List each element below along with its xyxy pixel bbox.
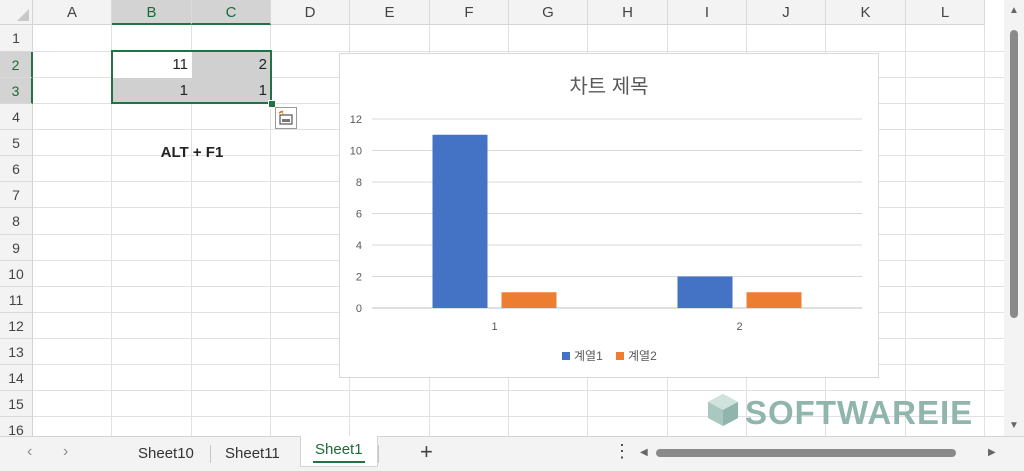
column-header-g[interactable]: G — [509, 0, 588, 25]
row-header-7[interactable]: 7 — [0, 182, 33, 208]
row-header-1[interactable]: 1 — [0, 25, 33, 52]
tab-divider — [378, 445, 379, 463]
quick-analysis-icon — [278, 110, 293, 125]
legend-swatch-series1 — [562, 352, 570, 360]
grid-vline — [984, 25, 985, 436]
y-tick-label: 4 — [356, 240, 362, 252]
row-header-10[interactable]: 10 — [0, 261, 33, 287]
select-all-corner[interactable] — [0, 0, 33, 25]
y-tick-label: 6 — [356, 209, 362, 221]
new-sheet-plus-icon[interactable]: + — [420, 439, 433, 465]
legend-label-series1: 계열1 — [574, 349, 603, 363]
more-options-icon[interactable]: ⋮ — [613, 441, 631, 462]
watermark-text: SOFTWAREIE — [745, 394, 974, 431]
row-header-15[interactable]: 15 — [0, 391, 33, 417]
y-tick-label: 0 — [356, 303, 362, 315]
row-header-11[interactable]: 11 — [0, 287, 33, 313]
watermark-logo-icon — [708, 394, 738, 426]
horizontal-scroll-thumb[interactable] — [656, 449, 956, 457]
sheet-nav-next-icon[interactable]: › — [63, 443, 68, 461]
legend-label-series2: 계열2 — [628, 349, 657, 363]
column-header-c[interactable]: C — [192, 0, 271, 25]
bar-series1-cat2[interactable] — [677, 276, 733, 309]
horizontal-scrollbar[interactable]: ◀ ▶ — [638, 445, 1002, 461]
grid-vline — [905, 25, 906, 436]
x-tick-label: 1 — [491, 321, 497, 333]
selection-border — [111, 50, 272, 104]
y-tick-label: 8 — [356, 177, 362, 189]
chart-plot: 0246810121 2 — [350, 114, 862, 333]
sheet-tab-sheet10[interactable]: Sheet10 — [124, 437, 208, 471]
row-header-13[interactable]: 13 — [0, 339, 33, 365]
chart-object[interactable]: 차트 제목 0 2 4 6 8 10 12 1 2 계열1 계열2 — [339, 53, 879, 378]
column-header-j[interactable]: J — [747, 0, 826, 25]
legend-item-series1[interactable]: 계열1 — [562, 347, 603, 364]
row-header-14[interactable]: 14 — [0, 365, 33, 391]
column-header-i[interactable]: I — [668, 0, 747, 25]
sheet-tab-sheet11[interactable]: Sheet11 — [211, 437, 294, 471]
column-header-b[interactable]: B — [112, 0, 192, 25]
row-header-4[interactable]: 4 — [0, 104, 33, 130]
watermark: SOFTWAREIE — [705, 392, 972, 432]
column-header-h[interactable]: H — [588, 0, 668, 25]
row-header-9[interactable]: 9 — [0, 235, 33, 261]
row-header-3[interactable]: 3 — [0, 78, 33, 104]
row-header-2[interactable]: 2 — [0, 52, 33, 78]
scroll-right-arrow-icon[interactable]: ▶ — [988, 447, 996, 458]
scroll-left-arrow-icon[interactable]: ◀ — [640, 447, 648, 458]
row-header-6[interactable]: 6 — [0, 156, 33, 182]
y-tick-label: 2 — [356, 272, 362, 284]
scroll-down-arrow-icon[interactable]: ▼ — [1009, 420, 1019, 431]
vertical-scroll-thumb[interactable] — [1010, 30, 1018, 318]
y-tick-label: 12 — [350, 114, 362, 126]
x-tick-label: 2 — [736, 321, 742, 333]
sheet-tab-bar: ‹ › Sheet10 Sheet11 Sheet1 + ⋮ ◀ ▶ — [0, 436, 1024, 471]
bar-series1-cat1[interactable] — [432, 134, 488, 308]
column-header-l[interactable]: L — [906, 0, 985, 25]
legend-swatch-series2 — [616, 352, 624, 360]
column-header-d[interactable]: D — [271, 0, 350, 25]
grid-hline — [33, 390, 1004, 391]
row-header-5[interactable]: 5 — [0, 130, 33, 156]
row-header-12[interactable]: 12 — [0, 313, 33, 339]
bar-series2-cat2[interactable] — [746, 292, 802, 308]
y-tick-label: 10 — [350, 146, 362, 158]
legend-item-series2[interactable]: 계열2 — [616, 347, 657, 364]
column-header-f[interactable]: F — [430, 0, 509, 25]
vertical-scrollbar[interactable]: ▲ ▼ — [1004, 0, 1024, 436]
worksheet-grid[interactable]: ABCDEFGHIJKL 1 2 3 4 5 6 7 8 9 10 11 12 13 14 15 16 11 … — [0, 0, 1004, 436]
row-header-8[interactable]: 8 — [0, 208, 33, 235]
sheet-nav-prev-icon[interactable]: ‹ — [27, 443, 32, 461]
column-header-a[interactable]: A — [33, 0, 112, 25]
cell-b5-shortcut-label[interactable]: ALT + F1 — [112, 144, 272, 161]
quick-analysis-button[interactable] — [275, 107, 297, 129]
bar-series2-cat1[interactable] — [501, 292, 557, 308]
row-header-16[interactable]: 16 — [0, 417, 33, 436]
scroll-up-arrow-icon[interactable]: ▲ — [1009, 5, 1019, 16]
column-header-e[interactable]: E — [350, 0, 430, 25]
sheet-tab-sheet1[interactable]: Sheet1 — [300, 436, 378, 467]
column-header-k[interactable]: K — [826, 0, 906, 25]
